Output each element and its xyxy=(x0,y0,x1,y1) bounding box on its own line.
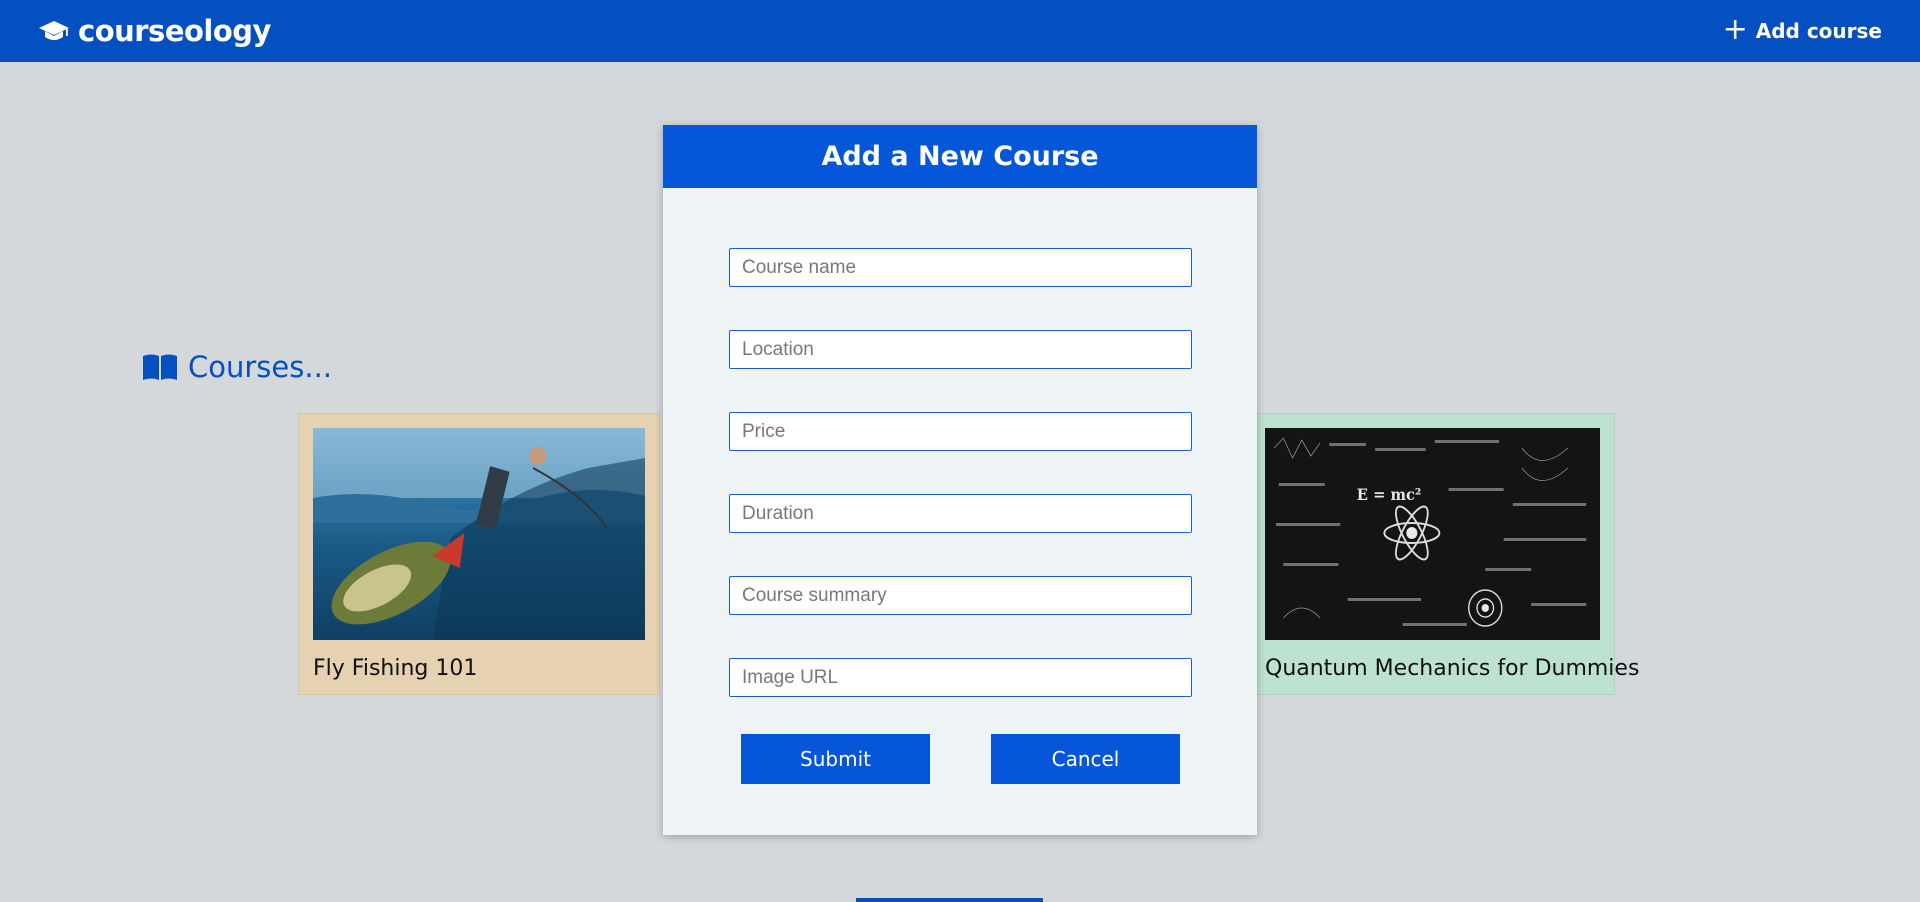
brand-logo-link[interactable]: courseology xyxy=(38,14,271,48)
plus-icon: + xyxy=(1722,11,1748,47)
location-input[interactable] xyxy=(729,330,1192,369)
course-name-input[interactable] xyxy=(729,248,1192,287)
course-title: Quantum Mechanics for Dummies xyxy=(1265,656,1640,681)
top-nav-bar: courseology + Add course xyxy=(0,0,1920,62)
courses-heading-text: Courses... xyxy=(188,350,333,384)
modal-header: Add a New Course xyxy=(663,125,1257,188)
add-course-nav-link[interactable]: + Add course xyxy=(1722,11,1882,47)
image-url-input[interactable] xyxy=(729,658,1192,697)
fly-fishing-image xyxy=(313,428,645,640)
quantum-mechanics-image: E = mc² xyxy=(1265,428,1600,640)
cancel-button[interactable]: Cancel xyxy=(991,734,1180,784)
course-title: Fly Fishing 101 xyxy=(313,656,478,681)
course-card-quantum-mechanics[interactable]: E = mc² Quantum Mechanics for Dummies xyxy=(1250,413,1640,695)
svg-text:E = mc²: E = mc² xyxy=(1357,485,1422,504)
courses-heading: Courses... xyxy=(142,350,332,384)
brand-name: courseology xyxy=(78,14,271,48)
graduation-cap-icon xyxy=(39,21,69,40)
price-input[interactable] xyxy=(729,412,1192,451)
duration-input[interactable] xyxy=(729,494,1192,533)
submit-button[interactable]: Submit xyxy=(741,734,930,784)
bottom-accent-line xyxy=(856,898,1043,902)
add-course-modal: Add a New Course Submit Cancel xyxy=(663,125,1257,835)
course-card-fly-fishing[interactable]: Fly Fishing 101 xyxy=(298,413,660,695)
add-course-label: Add course xyxy=(1755,19,1882,43)
open-book-icon xyxy=(143,354,177,380)
course-summary-input[interactable] xyxy=(729,576,1192,615)
modal-title: Add a New Course xyxy=(821,141,1099,172)
